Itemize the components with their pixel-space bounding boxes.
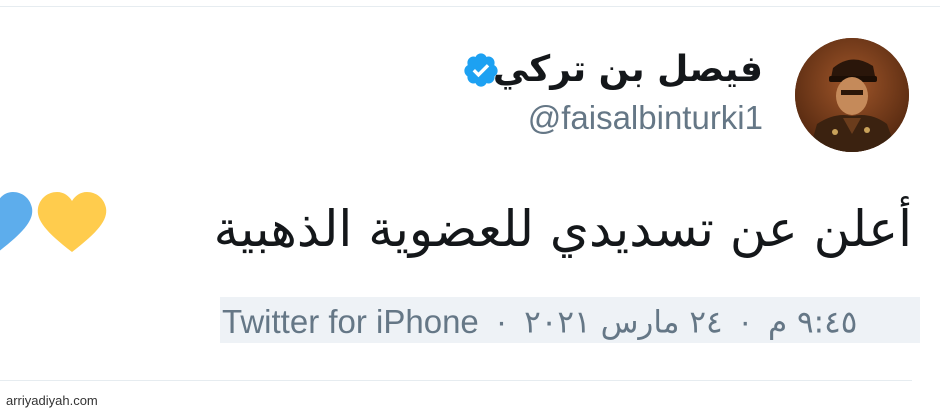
meta-separator: · xyxy=(495,303,507,341)
author-avatar[interactable] xyxy=(795,38,909,152)
tweet-meta: Twitter for iPhone · ٢٤ مارس ٢٠٢١ · ٩:٤٥… xyxy=(220,297,920,343)
blue-heart-icon xyxy=(0,192,33,251)
tweet-text: أعلن عن تسديدي للعضوية الذهبية xyxy=(213,200,912,258)
avatar-photo-icon xyxy=(795,38,909,152)
tweet-time[interactable]: ٩:٤٥ م xyxy=(768,304,857,340)
author-display-name[interactable]: فيصل بن تركي xyxy=(493,48,763,92)
author-handle[interactable]: @faisalbinturki1 xyxy=(528,98,763,138)
tweet-source-link[interactable]: Twitter for iPhone xyxy=(222,303,479,340)
meta-separator-2: · xyxy=(739,303,751,341)
tweet-card: فيصل بن تركي @faisalbinturki1 أعلن عن تس… xyxy=(0,0,950,411)
yellow-heart-icon xyxy=(37,192,107,252)
bottom-divider xyxy=(0,380,912,381)
tweet-date[interactable]: ٢٤ مارس ٢٠٢١ xyxy=(524,304,723,340)
verified-badge-icon xyxy=(464,53,498,87)
watermark-text: arriyadiyah.com xyxy=(6,393,98,408)
top-divider xyxy=(0,6,940,7)
